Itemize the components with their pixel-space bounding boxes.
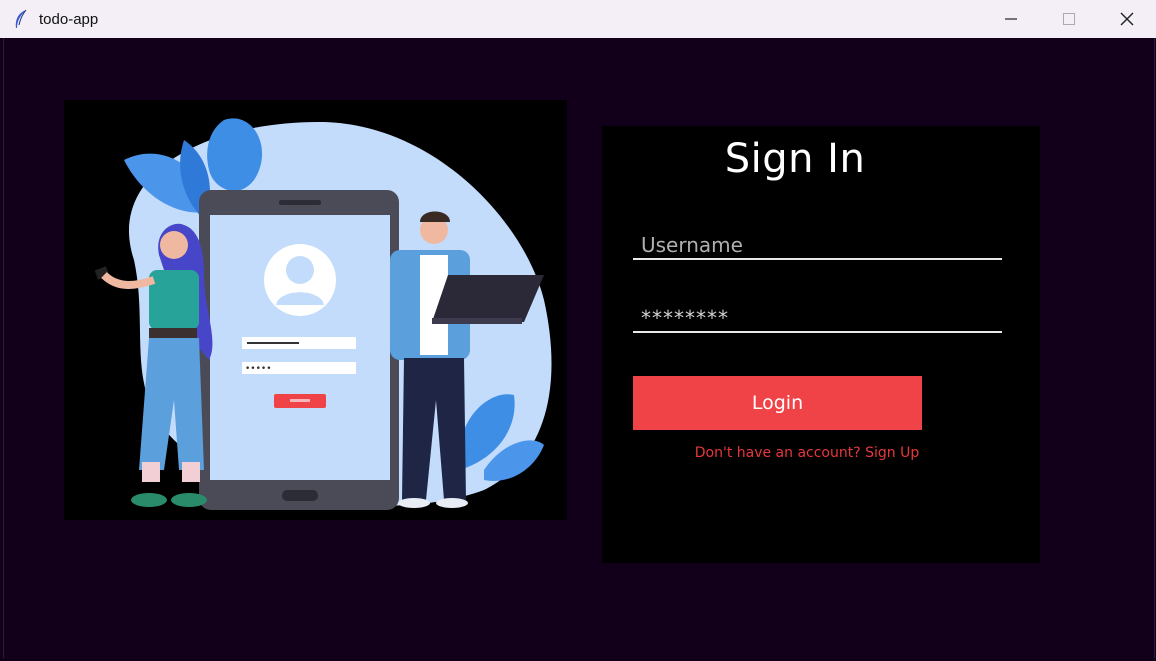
close-button[interactable]	[1098, 0, 1156, 38]
login-illustration: •••••	[64, 100, 567, 520]
svg-text:•••••: •••••	[245, 364, 272, 374]
signup-link[interactable]: Don't have an account? Sign Up	[633, 445, 981, 461]
feather-icon	[15, 9, 27, 28]
login-button[interactable]: Login	[633, 376, 922, 430]
signin-panel	[602, 126, 1040, 563]
close-icon	[1120, 12, 1134, 26]
window-controls	[982, 0, 1156, 38]
window-title: todo-app	[39, 10, 99, 28]
password-input[interactable]	[633, 305, 1002, 333]
minimize-icon	[1005, 18, 1017, 20]
maximize-button[interactable]	[1040, 0, 1098, 38]
username-input[interactable]	[633, 232, 1002, 260]
title-bar: todo-app	[0, 0, 1156, 38]
minimize-button[interactable]	[982, 0, 1040, 38]
maximize-icon	[1063, 13, 1075, 25]
signin-heading: Sign In	[724, 136, 866, 182]
